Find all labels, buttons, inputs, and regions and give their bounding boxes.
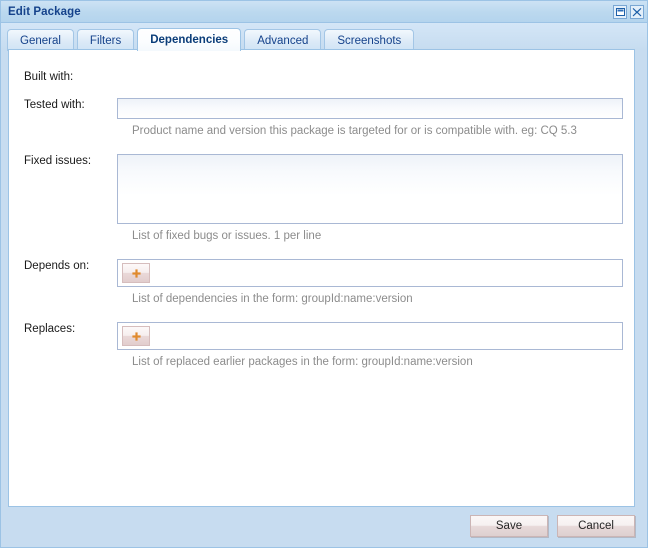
tested-with-input[interactable] (117, 98, 623, 119)
close-button[interactable] (630, 4, 644, 19)
plus-icon (131, 268, 141, 278)
tab-bar: General Filters Dependencies Advanced Sc… (1, 23, 647, 51)
window-controls (613, 4, 644, 19)
replaces-hint: List of replaced earlier packages in the… (132, 356, 473, 368)
restore-button[interactable] (613, 4, 627, 19)
tab-label: Dependencies (150, 34, 229, 46)
tab-dependencies[interactable]: Dependencies (137, 28, 242, 51)
restore-icon (615, 7, 625, 16)
tab-filters[interactable]: Filters (76, 29, 135, 51)
replaces-list[interactable] (117, 322, 623, 350)
tab-label: Filters (89, 34, 122, 47)
window-title: Edit Package (8, 5, 81, 18)
plus-icon (131, 331, 141, 341)
edit-package-window: Edit Package General Filters Dependencie… (0, 0, 648, 548)
tab-label: General (20, 34, 61, 47)
tab-advanced[interactable]: Advanced (244, 29, 322, 51)
replaces-label: Replaces: (24, 323, 76, 335)
tab-label: Screenshots (337, 34, 402, 47)
fixed-issues-label: Fixed issues: (24, 155, 92, 167)
replaces-add-button[interactable] (122, 326, 150, 346)
fixed-issues-hint: List of fixed bugs or issues. 1 per line (132, 230, 322, 242)
tested-with-label: Tested with: (24, 99, 85, 111)
fixed-issues-textarea[interactable] (117, 154, 623, 224)
dialog-footer: Save Cancel (1, 505, 647, 547)
field-row-fixed-issues: Fixed issues: (9, 154, 634, 224)
tested-with-hint: Product name and version this package is… (132, 125, 577, 137)
cancel-button[interactable]: Cancel (557, 515, 635, 537)
field-row-built-with: Built with: (9, 70, 634, 84)
depends-on-hint: List of dependencies in the form: groupI… (132, 293, 413, 305)
close-icon (632, 7, 642, 17)
built-with-label: Built with: (24, 71, 74, 83)
depends-on-list[interactable] (117, 259, 623, 287)
tab-screenshots[interactable]: Screenshots (324, 29, 415, 51)
depends-on-add-button[interactable] (122, 263, 150, 283)
field-row-replaces: Replaces: (9, 322, 634, 350)
depends-on-label: Depends on: (24, 260, 90, 272)
save-button[interactable]: Save (470, 515, 548, 537)
field-row-depends-on: Depends on: (9, 259, 634, 287)
dependencies-panel: Built with: Tested with: Product name an… (8, 49, 635, 507)
window-titlebar: Edit Package (1, 1, 647, 23)
tab-general[interactable]: General (7, 29, 74, 51)
dependencies-form: Built with: Tested with: Product name an… (9, 50, 634, 369)
tab-label: Advanced (257, 34, 309, 47)
field-row-tested-with: Tested with: (9, 98, 634, 119)
